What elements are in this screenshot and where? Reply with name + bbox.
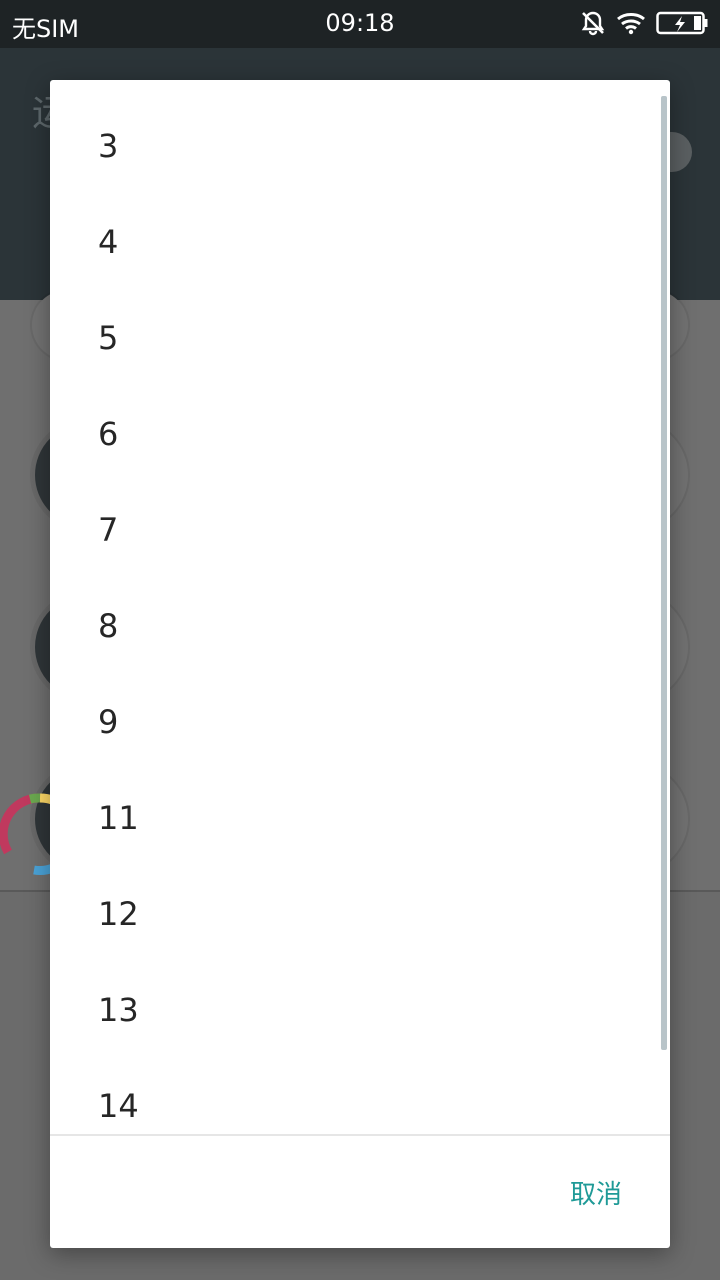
- screen: 无SIM 09:18 3 4 5 6 7 8 9 11 12 13 14 取消: [0, 0, 720, 1280]
- list-item[interactable]: 8: [50, 578, 660, 674]
- list-item[interactable]: 12: [50, 866, 660, 962]
- list-item[interactable]: 14: [50, 1058, 660, 1134]
- cancel-button[interactable]: 取消: [570, 1174, 622, 1211]
- status-bar: 无SIM 09:18: [0, 0, 720, 48]
- battery-charging-icon: [656, 11, 708, 35]
- list-item[interactable]: 11: [50, 770, 660, 866]
- list-item[interactable]: 5: [50, 290, 660, 386]
- list-item[interactable]: 9: [50, 674, 660, 770]
- status-icons: [580, 10, 708, 36]
- dialog-footer: 取消: [50, 1136, 670, 1248]
- wifi-icon: [616, 11, 646, 35]
- list-scrollbar[interactable]: [661, 96, 667, 1050]
- list-item[interactable]: 4: [50, 194, 660, 290]
- list-item[interactable]: 3: [50, 98, 660, 194]
- list-item[interactable]: 13: [50, 962, 660, 1058]
- list-item[interactable]: 6: [50, 386, 660, 482]
- list-item[interactable]: 7: [50, 482, 660, 578]
- number-picker-dialog: 3 4 5 6 7 8 9 11 12 13 14 取消: [50, 80, 670, 1248]
- bell-muted-icon: [580, 10, 606, 36]
- dialog-list[interactable]: 3 4 5 6 7 8 9 11 12 13 14: [50, 80, 670, 1134]
